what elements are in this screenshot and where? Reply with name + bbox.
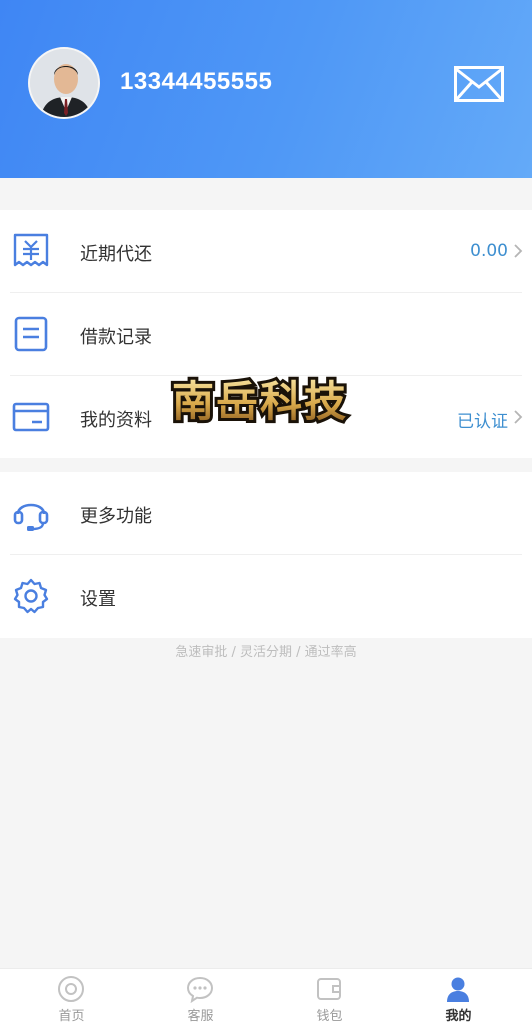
gear-icon <box>13 578 49 614</box>
tab-mine[interactable]: 我的 <box>392 969 525 1024</box>
profile-header: 13344455555 <box>0 0 532 178</box>
bottom-tab-bar: 首页 客服 钱包 我的 <box>0 968 532 1024</box>
tab-home[interactable]: 首页 <box>5 969 138 1024</box>
card-icon <box>12 402 50 432</box>
menu-my-profile[interactable]: 我的资料 已认证 <box>0 376 532 458</box>
user-phone: 13344455555 <box>120 68 273 95</box>
menu-loan-records[interactable]: 借款记录 <box>0 293 532 375</box>
wallet-icon <box>317 978 341 1000</box>
menu-recent-repayment[interactable]: 近期代还 0.00 <box>0 210 532 292</box>
chat-icon <box>186 976 214 1003</box>
menu-settings[interactable]: 设置 <box>0 555 532 637</box>
menu-label: 我的资料 <box>80 410 152 431</box>
tab-service[interactable]: 客服 <box>134 969 267 1024</box>
slogan-text: 急速审批 / 灵活分期 / 通过率高 <box>175 645 357 660</box>
tab-label: 首页 <box>58 1009 85 1024</box>
mail-icon[interactable] <box>454 66 504 102</box>
headset-icon <box>13 503 49 531</box>
user-icon <box>447 977 469 1002</box>
receipt-yuan-icon <box>13 233 49 267</box>
verification-status: 已认证 <box>457 412 508 432</box>
primary-menu: 近期代还 0.00 借款记录 我的资料 已认证 <box>0 210 532 458</box>
chevron-right-icon <box>514 410 523 424</box>
user-avatar[interactable] <box>28 47 100 119</box>
tab-label: 我的 <box>445 1009 472 1024</box>
menu-label: 更多功能 <box>80 506 152 527</box>
tab-label: 钱包 <box>316 1009 343 1024</box>
document-icon <box>14 316 48 352</box>
secondary-menu: 更多功能 设置 <box>0 472 532 638</box>
repayment-amount: 0.00 <box>470 241 508 261</box>
chevron-right-icon <box>514 244 523 258</box>
menu-label: 近期代还 <box>80 244 152 265</box>
home-icon <box>58 976 84 1002</box>
menu-more-features[interactable]: 更多功能 <box>0 472 532 554</box>
tab-wallet[interactable]: 钱包 <box>263 969 396 1024</box>
menu-label: 借款记录 <box>80 327 152 348</box>
menu-label: 设置 <box>80 589 116 610</box>
tab-label: 客服 <box>187 1009 214 1024</box>
